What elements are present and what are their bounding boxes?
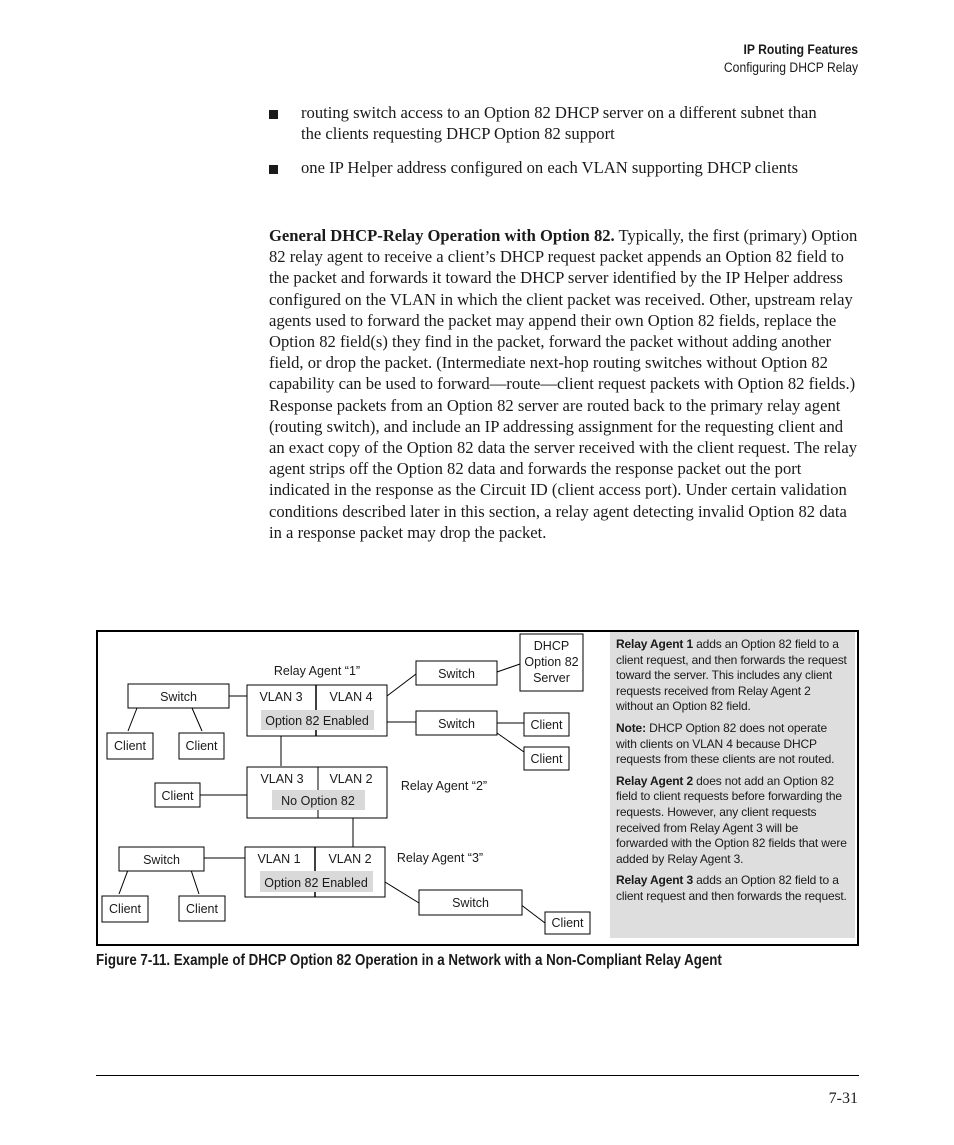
note-relay-agent-3: Relay Agent 3 adds an Option 82 field to… [616, 873, 849, 904]
note-heading: Relay Agent 1 [616, 637, 693, 651]
client-node: Client [101, 895, 149, 923]
client-node: Client [178, 732, 225, 760]
network-diagram-figure: Switch Client Client Relay Agent “1” VLA… [96, 630, 859, 946]
switch-node: Switch [415, 660, 498, 686]
vlan-label: VLAN 2 [328, 852, 371, 866]
running-header: IP Routing Features Configuring DHCP Rel… [724, 41, 858, 77]
link-line [190, 869, 200, 895]
note-heading: Note: [616, 720, 646, 735]
switch-label: Switch [438, 667, 475, 681]
note-text: DHCP Option 82 does not operate with cli… [616, 720, 835, 767]
client-label: Client [186, 739, 218, 753]
vlan-label: VLAN 4 [329, 690, 372, 704]
square-bullet-icon [269, 165, 278, 175]
relay-agent-3-label: Relay Agent “3” [397, 851, 483, 865]
relay-agent-1-label: Relay Agent “1” [274, 664, 360, 678]
switch-node: Switch [127, 683, 230, 709]
note-heading: Relay Agent 2 [616, 773, 693, 788]
link-line [191, 707, 203, 732]
option82-status: No Option 82 [281, 794, 355, 808]
server-label: Option 82 [524, 655, 578, 669]
bullet-item: routing switch access to an Option 82 DH… [269, 102, 829, 144]
square-bullet-icon [269, 110, 278, 119]
link-line [127, 707, 138, 732]
switch-node: Switch [418, 889, 523, 916]
client-label: Client [162, 789, 194, 803]
note-relay-agent-1: Relay Agent 1 adds an Option 82 field to… [616, 637, 849, 715]
client-label: Client [109, 902, 141, 916]
paragraph-body: Typically, the first (primary) Option 82… [269, 226, 858, 542]
figure-caption: Figure 7-11. Example of DHCP Option 82 O… [96, 952, 722, 969]
note-vlan4: Note: DHCP Option 82 does not operate wi… [616, 721, 849, 768]
relay-agent-2-router: VLAN 3 VLAN 2 No Option 82 [246, 766, 388, 819]
switch-label: Switch [143, 853, 180, 867]
vlan-label: VLAN 2 [329, 772, 372, 786]
vlan-label: VLAN 1 [257, 852, 300, 866]
link-line [386, 673, 417, 697]
client-label: Client [552, 916, 584, 930]
bullet-item: one IP Helper address configured on each… [269, 157, 829, 178]
note-relay-agent-2: Relay Agent 2 does not add an Option 82 … [616, 774, 849, 868]
diagram-notes-panel: Relay Agent 1 adds an Option 82 field to… [610, 632, 855, 938]
client-node: Client [523, 746, 570, 771]
footer-rule [96, 1075, 859, 1076]
client-node: Client [544, 911, 591, 935]
bullet-list: routing switch access to an Option 82 DH… [269, 102, 829, 192]
client-node: Client [154, 782, 201, 808]
network-diagram: Switch Client Client Relay Agent “1” VLA… [101, 633, 591, 935]
client-label: Client [114, 739, 146, 753]
client-label: Client [531, 752, 563, 766]
header-subsection-title: Configuring DHCP Relay [723, 60, 858, 75]
vlan-label: VLAN 3 [259, 690, 302, 704]
client-node: Client [106, 732, 154, 760]
server-label: DHCP [534, 639, 569, 653]
link-line [118, 869, 129, 895]
link-line [496, 732, 525, 753]
switch-label: Switch [438, 717, 475, 731]
switch-node: Switch [415, 710, 498, 736]
client-label: Client [531, 718, 563, 732]
note-heading: Relay Agent 3 [616, 873, 693, 888]
page-number: 7-31 [828, 1090, 858, 1107]
relay-agent-2-label: Relay Agent “2” [401, 779, 487, 793]
paragraph-run-in-heading: General DHCP-Relay Operation with Option… [269, 226, 615, 245]
client-node: Client [523, 712, 570, 737]
bullet-text: one IP Helper address configured on each… [301, 158, 799, 178]
switch-label: Switch [160, 690, 197, 704]
dhcp-server-node: DHCP Option 82 Server [519, 633, 584, 692]
link-line [519, 903, 546, 924]
link-line [384, 881, 420, 904]
vlan-label: VLAN 3 [260, 772, 303, 786]
client-node: Client [178, 895, 226, 922]
bullet-text: routing switch access to an Option 82 DH… [301, 103, 817, 144]
switch-node: Switch [118, 846, 205, 872]
option82-status: Option 82 Enabled [265, 714, 369, 728]
relay-agent-3-router: VLAN 1 VLAN 2 Option 82 Enabled [244, 846, 386, 898]
option82-status: Option 82 Enabled [264, 876, 368, 890]
header-section-title: IP Routing Features [743, 42, 858, 57]
link-line [496, 663, 521, 673]
switch-label: Switch [452, 896, 489, 910]
server-label: Server [533, 671, 570, 685]
client-label: Client [186, 902, 218, 916]
body-paragraph: General DHCP-Relay Operation with Option… [269, 225, 861, 543]
relay-agent-1-router: VLAN 3 VLAN 4 Option 82 Enabled [246, 684, 388, 737]
